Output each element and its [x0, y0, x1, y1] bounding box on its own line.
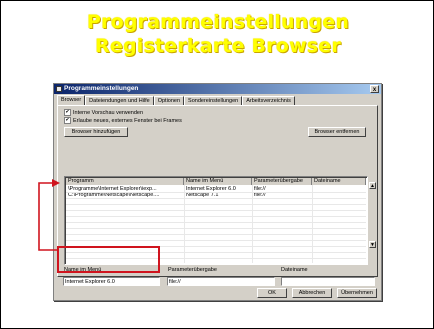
- add-browser-button[interactable]: Browser hinzufügen: [64, 127, 128, 137]
- column-filename[interactable]: Dateiname: [312, 178, 366, 185]
- external-frames-label: Erlaube neues, externes Fenster bei Fram…: [73, 117, 182, 124]
- grid-line: [66, 192, 366, 193]
- ok-button[interactable]: OK: [257, 288, 287, 298]
- grid-line: [66, 222, 366, 223]
- grid-line: [66, 228, 366, 229]
- tab-file-extensions[interactable]: Dateiendungen und Hilfe: [85, 96, 154, 105]
- menu-name-input[interactable]: Internet Explorer 6.0: [63, 277, 160, 286]
- grid-line: [184, 185, 185, 263]
- filename-label: Dateiname: [281, 267, 308, 273]
- external-frames-checkbox[interactable]: ✔ Erlaube neues, externes Fenster bei Fra…: [64, 117, 182, 125]
- tab-strip: Browser Dateiendungen und Hilfe Optionen…: [57, 95, 295, 105]
- grid-line: [66, 198, 366, 199]
- internal-preview-checkbox[interactable]: ✔ Interne Vorschau verwenden: [64, 109, 143, 117]
- parameter-label: Parameterübergabe: [168, 267, 217, 273]
- grid-line: [66, 240, 366, 241]
- slide-title-line2: Registerkarte Browser: [95, 35, 341, 57]
- grid-line: [312, 185, 313, 263]
- tab-special-settings[interactable]: Sondereinstellungen: [184, 96, 243, 105]
- parameter-input[interactable]: file://: [167, 277, 275, 286]
- grid-line: [66, 204, 366, 205]
- slide-frame: Programmeinstellungen Registerkarte Brow…: [0, 0, 434, 329]
- column-menu-name[interactable]: Name im Menü: [184, 178, 252, 185]
- dialog-title: Programmeinstellungen: [64, 85, 139, 92]
- grid-line: [66, 210, 366, 211]
- move-up-arrow-icon[interactable]: ▲: [369, 182, 376, 189]
- grid-line: [66, 234, 366, 235]
- grid-line: [66, 216, 366, 217]
- apply-button[interactable]: Übernehmen: [337, 288, 377, 298]
- remove-browser-button[interactable]: Browser entfernen: [308, 127, 366, 137]
- dialog-titlebar: Programmeinstellungen x: [54, 84, 381, 94]
- cancel-button[interactable]: Abbrechen: [292, 288, 332, 298]
- tab-options[interactable]: Optionen: [153, 96, 185, 105]
- highlight-arrow-icon: [38, 179, 60, 251]
- app-icon: [56, 86, 62, 92]
- checkmark-icon: ✔: [64, 117, 71, 124]
- tab-working-directory[interactable]: Arbeitsverzeichnis: [242, 96, 295, 105]
- checkmark-icon: ✔: [64, 109, 71, 116]
- slide-title-line1: Programmeinstellungen: [86, 11, 350, 33]
- grid-line: [252, 185, 253, 263]
- column-parameters[interactable]: Parameterübergabe: [252, 178, 312, 185]
- internal-preview-label: Interne Vorschau verwenden: [73, 109, 144, 116]
- list-header: Programm Name im Menü Parameterübergabe …: [66, 178, 366, 185]
- filename-input[interactable]: [281, 277, 375, 286]
- tab-browser[interactable]: Browser: [57, 95, 86, 105]
- move-down-arrow-icon[interactable]: ▼: [369, 241, 376, 248]
- close-button[interactable]: x: [370, 85, 379, 93]
